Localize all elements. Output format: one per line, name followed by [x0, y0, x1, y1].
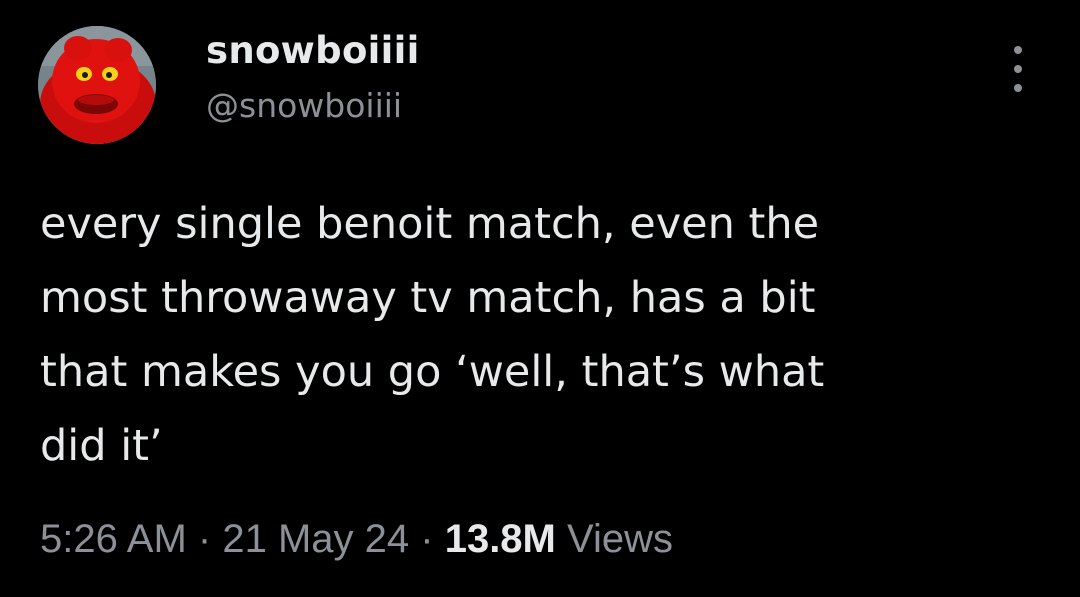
tweet-card: snowboiiii @snowboiiii every single beno… [0, 0, 1080, 597]
author-block: snowboiiii @snowboiiii [206, 28, 420, 128]
tweet-text: every single benoit match, even the most… [40, 199, 825, 471]
handle[interactable]: @snowboiiii [206, 84, 420, 128]
more-options-icon[interactable] [998, 46, 1038, 92]
meta-separator: · [420, 517, 434, 561]
avatar[interactable] [38, 26, 156, 144]
tweet-meta: 5:26 AM · 21 May 24 · 13.8M Views [40, 513, 673, 565]
more-dot [1014, 46, 1022, 54]
more-dot [1014, 65, 1022, 73]
more-dot [1014, 84, 1022, 92]
display-name[interactable]: snowboiiii [206, 28, 420, 74]
views-label: Views [567, 517, 673, 561]
meta-separator: · [197, 517, 212, 561]
views-count[interactable]: 13.8M [445, 517, 556, 561]
tweet-time[interactable]: 5:26 AM [40, 517, 187, 561]
red-muppet-avatar-icon [38, 26, 156, 144]
tweet-date[interactable]: 21 May 24 [222, 517, 409, 561]
